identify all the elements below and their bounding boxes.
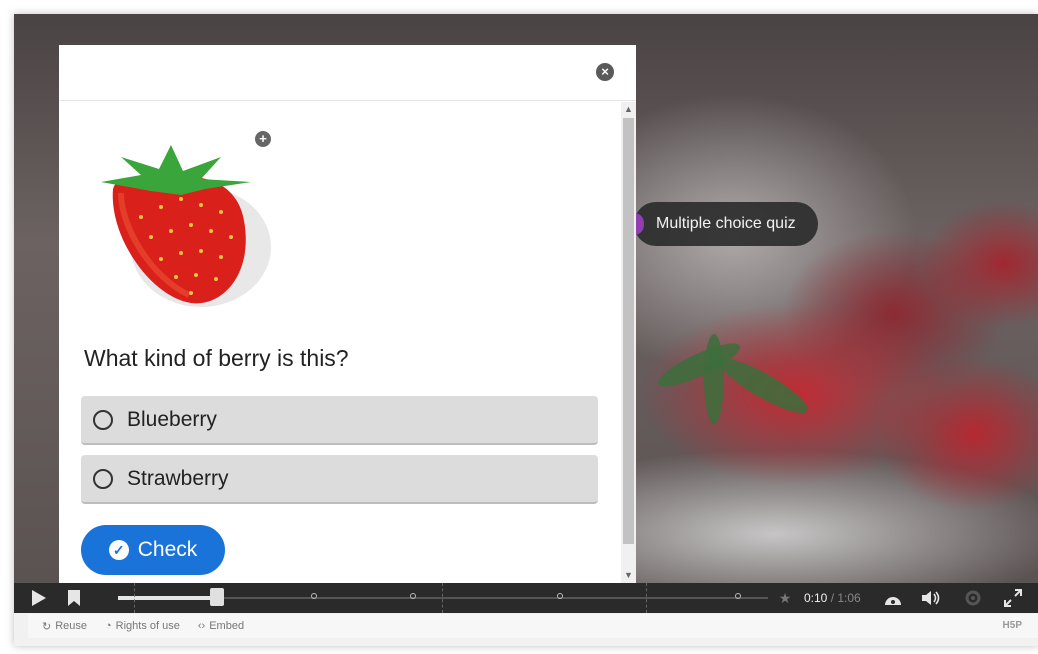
star-icon: ★ [778,589,792,606]
quiz-interaction-label[interactable]: Multiple choice quiz [634,202,818,246]
answer-label: Blueberry [127,407,217,431]
interaction-marker[interactable] [410,593,416,599]
close-dialog-button[interactable]: × [596,63,614,81]
embed-icon: ‹› [197,620,206,632]
strawberry-image[interactable] [81,127,281,317]
time-display: 0:10 / 1:06 [804,583,861,613]
scroll-up-icon[interactable]: ▲ [621,102,636,116]
speed-icon [885,597,901,605]
time-separator: / [827,591,838,605]
volume-button[interactable] [918,583,944,613]
zoom-image-button[interactable]: + [255,131,271,147]
reuse-link[interactable]: ↻ Reuse [42,620,87,633]
h5p-footer: ↻ Reuse ◔ Rights of use ‹› Embed H5P [28,614,1038,638]
answer-label: Strawberry [127,466,229,490]
interaction-marker[interactable] [735,593,741,599]
rights-of-use-link[interactable]: ◔ Rights of use [105,620,180,632]
copyright-icon: ◔ [105,620,112,632]
interaction-marker[interactable] [557,593,563,599]
bookmark-icon [68,590,80,606]
scroll-thumb[interactable] [623,118,634,544]
play-button[interactable] [24,583,54,613]
settings-button[interactable] [960,583,986,613]
radio-icon [93,468,113,489]
star-button[interactable]: ★ [774,583,796,613]
leaf-decoration [714,350,814,422]
check-label: Check [137,538,198,561]
bookmarks-button[interactable] [62,583,86,613]
time-current: 0:10 [804,591,828,605]
volume-icon [922,591,940,605]
bookmark-dash [134,583,135,613]
answer-option[interactable]: Strawberry [81,455,598,504]
playback-speed-button[interactable] [880,583,906,613]
question-text: What kind of berry is this? [84,345,349,371]
quiz-label-text: Multiple choice quiz [656,215,796,232]
leaf-decoration [704,334,724,424]
rights-label: Rights of use [115,620,180,632]
fullscreen-button[interactable] [1000,583,1026,613]
progress-played [118,596,214,600]
answer-option[interactable]: Blueberry [81,396,598,445]
check-button[interactable]: ✓ Check [81,525,225,575]
reuse-icon: ↻ [42,620,52,633]
quiz-dialog: × ▲ ▼ + What kind of berry is this? Blue… [59,45,636,583]
h5p-logo[interactable]: H5P [1003,620,1022,631]
bookmark-dash [442,583,443,613]
bookmark-dash [646,583,647,613]
gear-icon [965,590,981,606]
time-total: 1:06 [837,591,861,605]
video-controls: ★ 0:10 / 1:06 [14,583,1038,613]
scroll-down-icon[interactable]: ▼ [621,568,636,582]
dialog-scrollbar[interactable]: ▲ ▼ [621,102,636,583]
check-circle-icon: ✓ [108,540,129,560]
fullscreen-icon [1004,589,1022,607]
embed-link[interactable]: ‹› Embed [198,620,244,632]
interaction-marker[interactable] [311,593,317,599]
reuse-label: Reuse [55,620,88,632]
play-icon [32,590,46,606]
radio-icon [93,409,113,430]
dialog-header: × [59,45,636,101]
embed-label: Embed [209,620,245,632]
progress-handle[interactable] [210,588,224,606]
